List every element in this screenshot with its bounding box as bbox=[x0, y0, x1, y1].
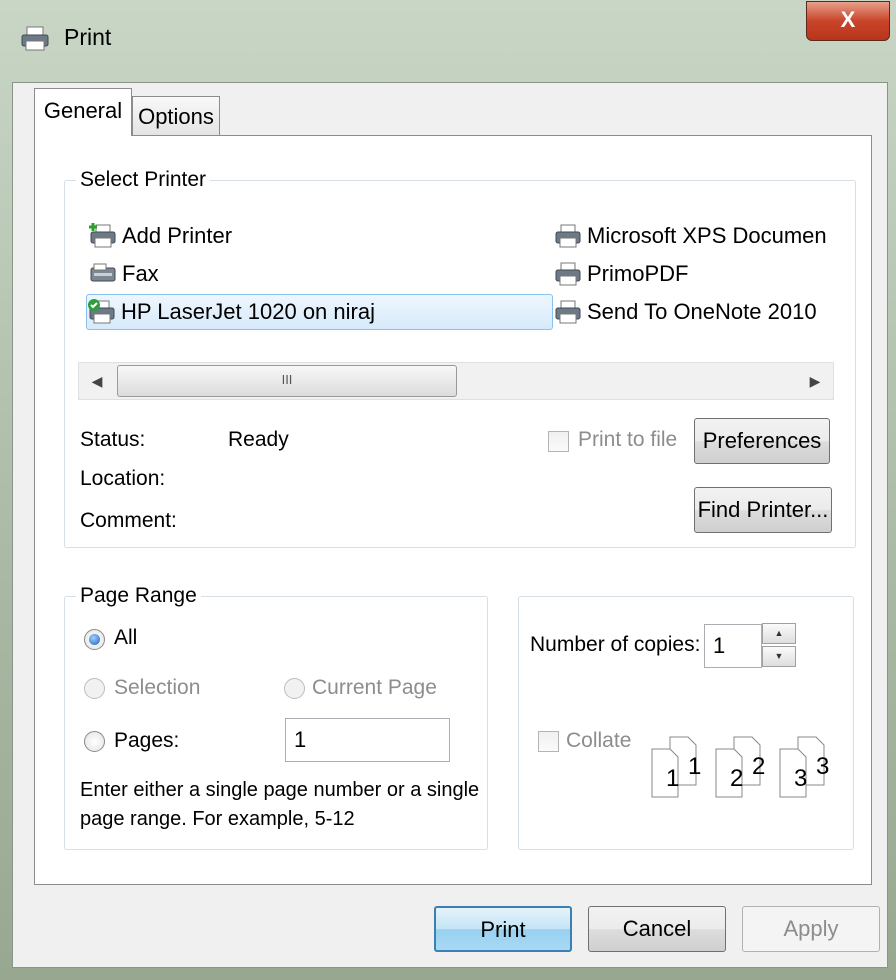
collate-page-number: 2 bbox=[752, 753, 766, 780]
scroll-left-icon[interactable]: ◀ bbox=[81, 363, 113, 399]
window-title: Print bbox=[64, 24, 112, 50]
collate-page-number: 2 bbox=[730, 765, 744, 792]
printer-icon bbox=[21, 26, 49, 51]
selection-radio[interactable] bbox=[84, 678, 105, 699]
printer-list-scrollbar[interactable]: ◀ III ▶ bbox=[78, 362, 834, 400]
default-printer-icon bbox=[88, 299, 115, 324]
current-page-label: Current Page bbox=[312, 676, 437, 699]
preferences-button[interactable]: Preferences bbox=[694, 418, 830, 464]
printer-icon bbox=[555, 300, 581, 324]
scroll-right-icon[interactable]: ▶ bbox=[799, 363, 831, 399]
comment-label: Comment: bbox=[80, 509, 177, 532]
tab-options[interactable]: Options bbox=[132, 96, 220, 136]
spin-up-icon[interactable]: ▲ bbox=[762, 623, 796, 644]
printer-item-microsoft-xps[interactable]: Microsoft XPS Documen bbox=[553, 219, 827, 253]
collate-page-number: 3 bbox=[816, 753, 830, 780]
printer-item-primopdf[interactable]: PrimoPDF bbox=[553, 257, 688, 291]
printer-item-add-printer[interactable]: Add Printer bbox=[88, 219, 232, 253]
printer-item-send-to-onenote[interactable]: Send To OneNote 2010 bbox=[553, 295, 817, 329]
close-button[interactable]: X bbox=[806, 1, 890, 41]
collate-page-number: 1 bbox=[688, 753, 702, 780]
printer-icon bbox=[555, 262, 581, 286]
page-range-hint: Enter either a single page number or a s… bbox=[80, 779, 480, 830]
collate-label: Collate bbox=[566, 729, 632, 752]
print-dialog: Print X General Options Select Printer A… bbox=[0, 0, 896, 980]
printer-label: Add Printer bbox=[122, 223, 233, 248]
number-of-copies-label: Number of copies: bbox=[530, 633, 701, 656]
printer-label: Send To OneNote 2010 bbox=[587, 299, 817, 324]
status-value: Ready bbox=[228, 428, 289, 451]
collate-page-number: 1 bbox=[666, 765, 680, 792]
spin-down-icon[interactable]: ▼ bbox=[762, 646, 796, 667]
location-label: Location: bbox=[80, 467, 166, 490]
printer-item-hp-laserjet[interactable]: HP LaserJet 1020 on niraj bbox=[86, 294, 553, 330]
printer-label: Microsoft XPS Documen bbox=[587, 223, 827, 248]
print-to-file-label: Print to file bbox=[578, 428, 678, 451]
printer-label: Fax bbox=[122, 261, 159, 286]
pages-label: Pages: bbox=[114, 729, 180, 752]
printer-label: PrimoPDF bbox=[587, 261, 689, 286]
collate-pages-icon-3: 3 3 bbox=[776, 735, 860, 799]
find-printer-button[interactable]: Find Printer... bbox=[694, 487, 832, 533]
scrollbar-thumb[interactable]: III bbox=[117, 365, 457, 397]
all-radio[interactable] bbox=[84, 629, 105, 650]
all-label: All bbox=[114, 626, 138, 649]
copies-spinner[interactable]: ▲ ▼ bbox=[762, 623, 796, 669]
printer-item-fax[interactable]: Fax bbox=[88, 257, 159, 291]
selection-label: Selection bbox=[114, 676, 201, 699]
apply-button[interactable]: Apply bbox=[742, 906, 880, 952]
collate-checkbox[interactable] bbox=[538, 731, 559, 752]
page-range-legend: Page Range bbox=[76, 584, 201, 608]
tab-general[interactable]: General bbox=[34, 88, 132, 136]
select-printer-legend: Select Printer bbox=[76, 168, 211, 192]
pages-radio[interactable] bbox=[84, 731, 105, 752]
pages-input[interactable]: 1 bbox=[285, 718, 450, 762]
current-page-radio[interactable] bbox=[284, 678, 305, 699]
status-label: Status: bbox=[80, 428, 146, 451]
add-printer-icon bbox=[89, 223, 116, 248]
cancel-button[interactable]: Cancel bbox=[588, 906, 726, 952]
collate-page-number: 3 bbox=[794, 765, 808, 792]
print-button[interactable]: Print bbox=[434, 906, 572, 952]
print-to-file-checkbox[interactable] bbox=[548, 431, 569, 452]
title-bar[interactable]: Print X bbox=[0, 0, 896, 80]
fax-icon bbox=[90, 263, 116, 282]
printer-icon bbox=[555, 224, 581, 248]
printer-label: HP LaserJet 1020 on niraj bbox=[121, 299, 375, 324]
number-of-copies-input[interactable]: 1 bbox=[704, 624, 762, 668]
